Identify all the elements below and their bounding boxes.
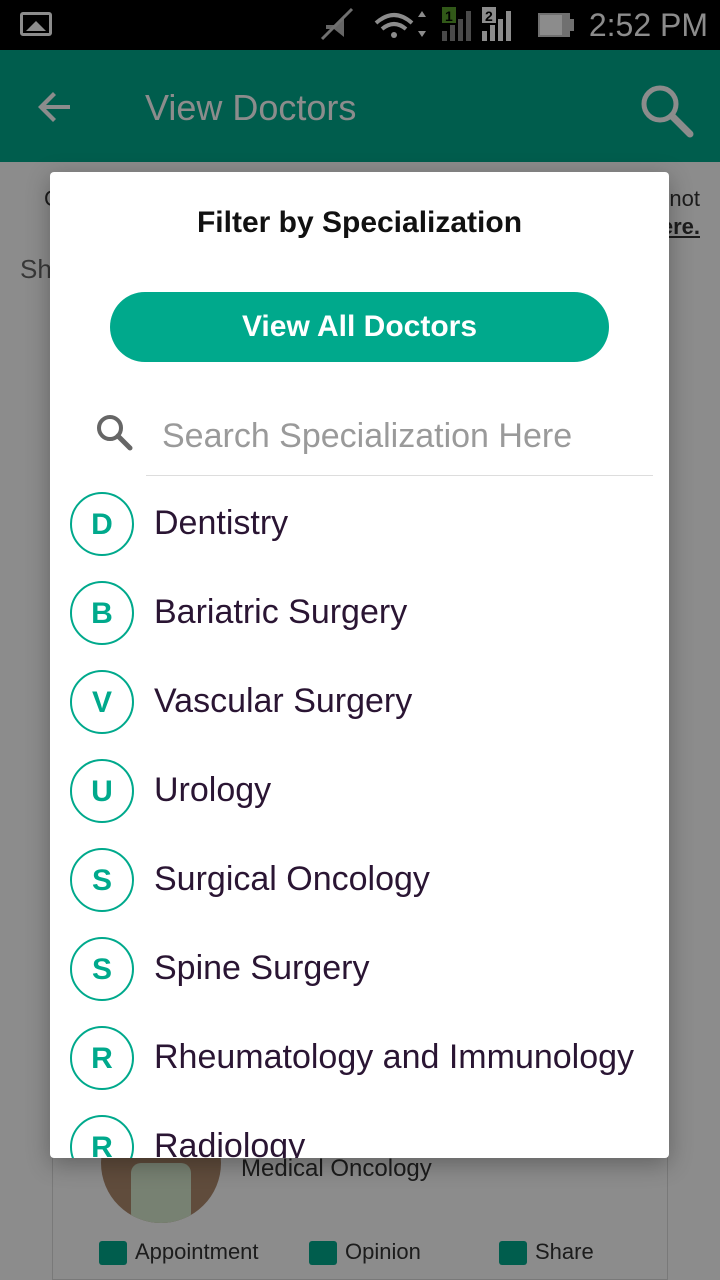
search-icon <box>97 415 133 451</box>
specialization-label: Vascular Surgery <box>154 682 413 720</box>
list-item-radiology[interactable]: R Radiology <box>50 1113 669 1158</box>
list-item-surgical-oncology[interactable]: S Surgical Oncology <box>50 846 669 935</box>
specialization-search <box>50 398 669 478</box>
list-item-urology[interactable]: U Urology <box>50 757 669 846</box>
initial-badge: R <box>70 1026 134 1090</box>
specialization-search-input[interactable] <box>146 398 653 476</box>
initial-badge: S <box>70 848 134 912</box>
specialization-label: Radiology <box>154 1127 306 1158</box>
specialization-label: Urology <box>154 771 272 809</box>
initial-badge: U <box>70 759 134 823</box>
initial-badge: B <box>70 581 134 645</box>
initial-badge: V <box>70 670 134 734</box>
list-item-bariatric-surgery[interactable]: B Bariatric Surgery <box>50 579 669 668</box>
list-item-dentistry[interactable]: D Dentistry <box>50 490 669 579</box>
initial-badge: S <box>70 937 134 1001</box>
initial-badge: R <box>70 1115 134 1158</box>
dialog-title: Filter by Specialization <box>196 206 523 239</box>
specialization-filter-dialog: Filter by Specialization View All Doctor… <box>50 172 669 1158</box>
specialization-label: Dentistry <box>154 504 289 542</box>
specialization-label: Rheumatology and Immunology <box>154 1038 635 1076</box>
specialization-label: Bariatric Surgery <box>154 593 408 631</box>
list-item-rheumatology-and-immunology[interactable]: R Rheumatology and Immunology <box>50 1024 669 1113</box>
specialization-list: D Dentistry B Bariatric Surgery V Vascul… <box>50 490 669 1158</box>
list-item-spine-surgery[interactable]: S Spine Surgery <box>50 935 669 1024</box>
specialization-label: Spine Surgery <box>154 949 370 987</box>
list-item-vascular-surgery[interactable]: V Vascular Surgery <box>50 668 669 757</box>
specialization-label: Surgical Oncology <box>154 860 430 898</box>
view-all-doctors-button[interactable]: View All Doctors <box>110 292 609 362</box>
initial-badge: D <box>70 492 134 556</box>
